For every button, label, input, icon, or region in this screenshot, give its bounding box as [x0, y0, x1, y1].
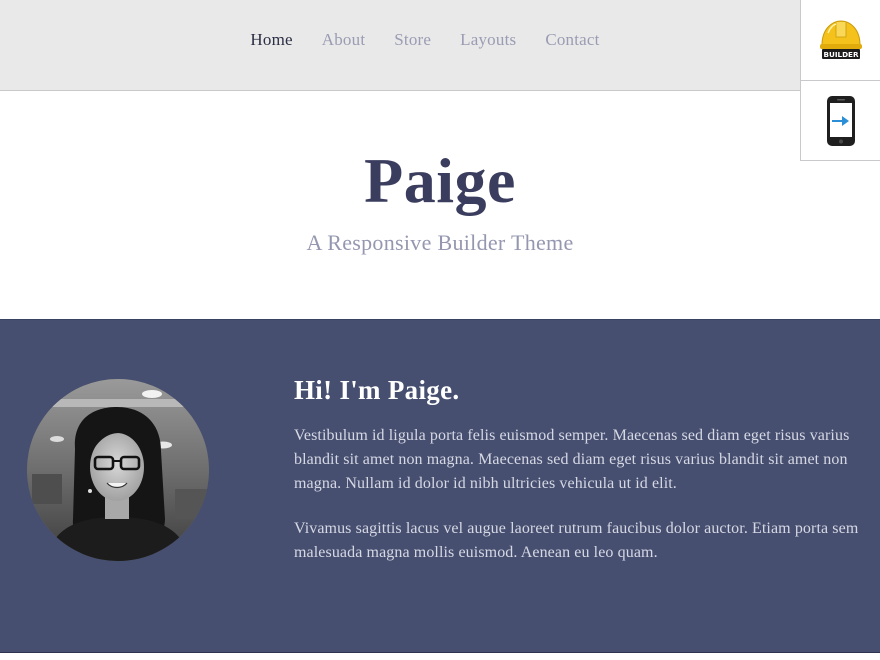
top-nav-bar: Home About Store Layouts Contact [0, 0, 880, 91]
intro-heading: Hi! I'm Paige. [294, 375, 460, 405]
profile-photo [27, 379, 209, 561]
nav-item-store[interactable]: Store [394, 30, 431, 50]
nav-item-home[interactable]: Home [250, 30, 292, 50]
intro-section: Hi! I'm Paige. Vestibulum id ligula port… [0, 319, 880, 652]
avatar [27, 379, 209, 561]
site-tagline: A Responsive Builder Theme [306, 230, 574, 255]
section-divider [0, 652, 880, 660]
intro-paragraph: Vivamus sagittis lacus vel augue laoreet… [294, 520, 859, 561]
builder-label: BUILDER [823, 50, 858, 59]
builder-toggle-button[interactable]: BUILDER [801, 0, 880, 80]
intro-paragraph: Vestibulum id ligula porta felis euismod… [294, 427, 850, 492]
hardhat-icon: BUILDER [819, 20, 862, 59]
nav-item-about[interactable]: About [322, 30, 366, 50]
intro-text: Hi! I'm Paige. Vestibulum id ligula port… [294, 375, 874, 586]
nav-item-contact[interactable]: Contact [545, 30, 599, 50]
main-nav: Home About Store Layouts Contact [0, 0, 880, 91]
site-branding: Paige A Responsive Builder Theme [0, 92, 880, 319]
nav-item-layouts[interactable]: Layouts [460, 30, 516, 50]
site-title[interactable]: Paige [0, 144, 880, 218]
